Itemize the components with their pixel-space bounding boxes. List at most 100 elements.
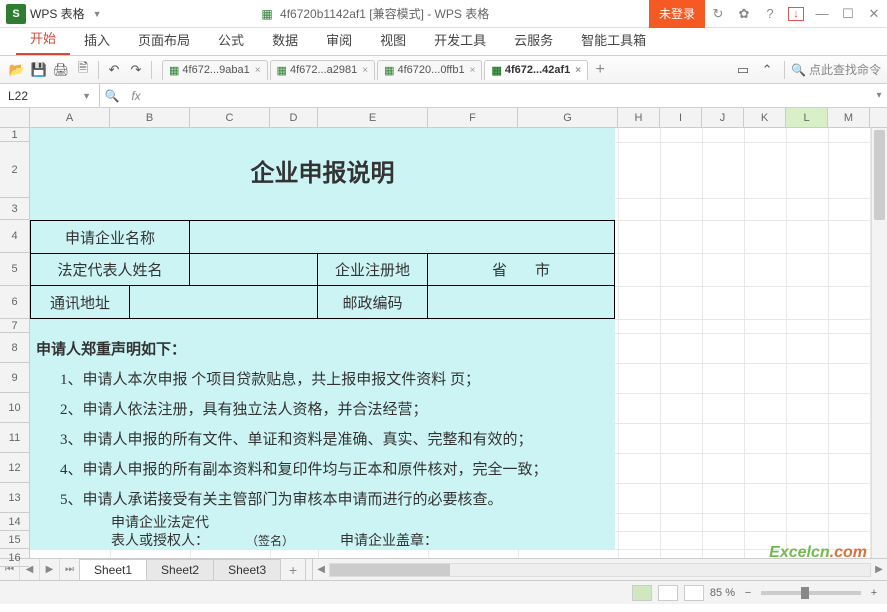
col-header-C[interactable]: C: [190, 108, 270, 127]
fx-icon[interactable]: fx: [124, 89, 148, 103]
toggle-panel-icon[interactable]: ▭: [732, 59, 754, 81]
nav-last-icon[interactable]: ⏭: [60, 559, 80, 580]
col-header-G[interactable]: G: [518, 108, 618, 127]
tab-insert[interactable]: 插入: [70, 24, 124, 55]
row-header-12[interactable]: 12: [0, 453, 29, 483]
row-header-2[interactable]: 2: [0, 142, 29, 198]
formula-input[interactable]: [148, 84, 871, 107]
hscroll-track[interactable]: [329, 563, 871, 577]
tab-close-icon[interactable]: ×: [362, 65, 368, 76]
tab-split-handle[interactable]: [305, 559, 313, 580]
select-all-corner[interactable]: [0, 108, 29, 128]
tab-close-icon[interactable]: ×: [575, 65, 581, 76]
row-header-8[interactable]: 8: [0, 333, 29, 363]
zoom-out-button[interactable]: −: [741, 587, 755, 599]
close-button[interactable]: ✕: [861, 0, 887, 28]
row-header-6[interactable]: 6: [0, 286, 29, 319]
vertical-scrollbar[interactable]: [871, 128, 887, 558]
minimize-button[interactable]: —: [809, 0, 835, 28]
col-header-E[interactable]: E: [318, 108, 428, 127]
view-normal-icon[interactable]: [632, 585, 652, 601]
col-header-D[interactable]: D: [270, 108, 318, 127]
input-company-name[interactable]: [190, 220, 615, 253]
scroll-right-icon[interactable]: ▶: [871, 564, 887, 575]
scroll-left-icon[interactable]: ◀: [313, 564, 329, 575]
cells-area[interactable]: 企业申报说明 申请企业名称 法定代表人姓名 企业注册地 省 市 通讯地址: [30, 128, 887, 558]
pin-icon[interactable]: ↓: [783, 0, 809, 28]
col-header-M[interactable]: M: [828, 108, 870, 127]
tab-data[interactable]: 数据: [258, 24, 312, 55]
zoom-knob[interactable]: [801, 587, 809, 599]
doc-tab-2[interactable]: ▦4f672...a2981×: [270, 60, 376, 80]
nav-next-icon[interactable]: ▶: [40, 559, 60, 580]
input-legal-rep[interactable]: [190, 253, 318, 286]
input-postcode[interactable]: [428, 286, 615, 319]
doc-tab-4[interactable]: ▦4f672...42af1×: [484, 60, 588, 80]
settings-icon[interactable]: ✿: [731, 0, 757, 28]
row-header-13[interactable]: 13: [0, 483, 29, 513]
help-icon[interactable]: ?: [757, 0, 783, 28]
input-register-addr[interactable]: 省 市: [428, 253, 615, 286]
tab-page-layout[interactable]: 页面布局: [124, 24, 204, 55]
row-header-10[interactable]: 10: [0, 393, 29, 423]
fx-search-icon[interactable]: 🔍: [100, 89, 124, 103]
row-header-4[interactable]: 4: [0, 220, 29, 253]
col-header-K[interactable]: K: [744, 108, 786, 127]
zoom-in-button[interactable]: +: [867, 587, 881, 599]
product-dropdown-icon[interactable]: ▼: [93, 9, 102, 19]
tab-cloud[interactable]: 云服务: [500, 24, 567, 55]
sheet-tab-3[interactable]: Sheet3: [213, 559, 281, 580]
row-header-11[interactable]: 11: [0, 423, 29, 453]
zoom-slider[interactable]: [761, 591, 861, 595]
tab-close-icon[interactable]: ×: [255, 65, 261, 76]
open-icon[interactable]: 📂: [6, 59, 28, 81]
scrollbar-thumb[interactable]: [874, 130, 885, 220]
tab-smart-tools[interactable]: 智能工具箱: [567, 24, 660, 55]
col-header-A[interactable]: A: [30, 108, 110, 127]
col-header-L[interactable]: L: [786, 108, 828, 127]
doc-tab-3[interactable]: ▦4f6720...0ffb1×: [377, 60, 482, 80]
redo-icon[interactable]: ↷: [125, 59, 147, 81]
col-header-B[interactable]: B: [110, 108, 190, 127]
tab-start[interactable]: 开始: [16, 22, 70, 55]
row-header-16[interactable]: 16: [0, 549, 29, 567]
view-page-icon[interactable]: [658, 585, 678, 601]
tab-close-icon[interactable]: ×: [470, 65, 476, 76]
preview-icon[interactable]: 🗎: [72, 59, 94, 81]
row-header-7[interactable]: 7: [0, 319, 29, 333]
hscroll-thumb[interactable]: [330, 564, 450, 576]
row-header-3[interactable]: 3: [0, 198, 29, 220]
doc-tab-1[interactable]: ▦4f672...9aba1×: [162, 60, 268, 80]
row-header-15[interactable]: 15: [0, 531, 29, 549]
expand-formula-icon[interactable]: ▾: [871, 90, 887, 101]
sheet-tab-2[interactable]: Sheet2: [146, 559, 214, 580]
zoom-label[interactable]: 85 %: [710, 587, 735, 599]
add-sheet-button[interactable]: +: [281, 559, 305, 580]
col-header-F[interactable]: F: [428, 108, 518, 127]
tab-dev-tools[interactable]: 开发工具: [420, 24, 500, 55]
tab-review[interactable]: 审阅: [312, 24, 366, 55]
row-header-14[interactable]: 14: [0, 513, 29, 531]
new-tab-button[interactable]: +: [590, 61, 610, 79]
name-dropdown-icon[interactable]: ▼: [82, 91, 91, 101]
save-icon[interactable]: 💾: [28, 59, 50, 81]
collapse-ribbon-icon[interactable]: ⌃: [756, 59, 778, 81]
maximize-button[interactable]: ☐: [835, 0, 861, 28]
name-box[interactable]: L22 ▼: [0, 84, 100, 107]
horizontal-scrollbar[interactable]: ◀ ▶: [313, 559, 887, 580]
undo-icon[interactable]: ↶: [103, 59, 125, 81]
row-header-5[interactable]: 5: [0, 253, 29, 286]
row-header-9[interactable]: 9: [0, 363, 29, 393]
col-header-J[interactable]: J: [702, 108, 744, 127]
view-break-icon[interactable]: [684, 585, 704, 601]
col-header-I[interactable]: I: [660, 108, 702, 127]
print-icon[interactable]: 🖨: [50, 59, 72, 81]
command-search[interactable]: 🔍 点此查找命令: [791, 61, 881, 78]
sheet-tab-1[interactable]: Sheet1: [79, 559, 147, 580]
row-header-1[interactable]: 1: [0, 128, 29, 142]
col-header-H[interactable]: H: [618, 108, 660, 127]
sync-icon[interactable]: ↻: [705, 0, 731, 28]
tab-view[interactable]: 视图: [366, 24, 420, 55]
input-address[interactable]: [130, 286, 318, 319]
tab-formula[interactable]: 公式: [204, 24, 258, 55]
